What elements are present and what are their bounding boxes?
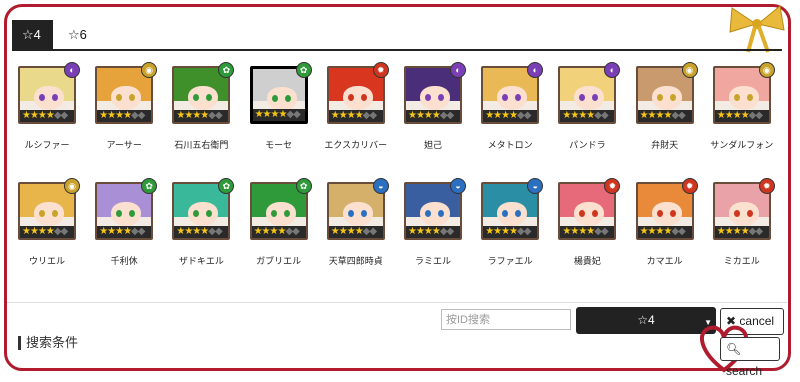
rarity-stars: ★★★★◆◆ [406, 226, 460, 238]
character-name: 弁財天 [651, 140, 679, 150]
portrait-eye [656, 210, 663, 217]
portrait-eye [283, 210, 290, 217]
dark-element-icon: ◐ [450, 62, 466, 78]
rarity-stars: ★★★★◆◆ [714, 110, 769, 122]
portrait-eye [438, 210, 444, 217]
character-name: カマエル [646, 256, 683, 266]
rarity-stars: ★★★★◆◆ [20, 110, 74, 122]
portrait-eye [669, 210, 676, 217]
search-button[interactable]: 🔍︎ search [720, 337, 780, 378]
portrait-eye [347, 94, 354, 101]
character-name: エクスカリバー [324, 140, 388, 150]
tab-star4[interactable]: ☆4 [12, 20, 53, 49]
character-name: サンダルフォン [710, 140, 774, 150]
fire-element-icon: ✹ [758, 178, 775, 194]
rarity-stars: ★★★★◆◆ [174, 226, 229, 238]
portrait-eye [271, 95, 278, 102]
character-name: 千利休 [110, 256, 138, 266]
rarity-stars: ★★★★◆◆ [637, 110, 692, 122]
character-name: アーサー [106, 140, 142, 150]
character-name: 石川五右衛門 [174, 140, 229, 150]
rarity-stars: ★★★★◆◆ [560, 110, 615, 122]
rarity-stars: ★★★★◆◆ [483, 110, 538, 122]
rarity-stars: ★★★★◆◆ [483, 226, 538, 238]
water-element-icon: ◒ [450, 178, 466, 194]
light-element-icon: ◉ [758, 62, 775, 78]
search-icon: 🔍︎ [726, 342, 742, 356]
character-name: モーセ [265, 140, 293, 150]
character-name: ザドキエル [178, 256, 224, 266]
character-name: ラファエル [487, 256, 533, 266]
fire-element-icon: ✹ [372, 62, 389, 78]
portrait-eye [733, 94, 740, 101]
character-name: ルシファー [24, 140, 70, 150]
portrait-eye [669, 94, 676, 101]
character-name: 楊貴妃 [573, 256, 601, 266]
character-name: ガブリエル [256, 256, 302, 266]
portrait-eye [360, 210, 367, 217]
portrait-eye [746, 210, 753, 217]
tab-star6[interactable]: ☆6 [58, 20, 97, 49]
character-name: ウリエル [28, 256, 65, 266]
portrait-eye [52, 210, 58, 217]
rarity-stars: ★★★★◆◆ [637, 226, 692, 238]
portrait-eye [39, 210, 45, 217]
rarity-stars: ★★★★◆◆ [560, 226, 615, 238]
portrait-eye [39, 94, 45, 101]
character-name: ミカエル [723, 256, 760, 266]
search-label: search [726, 364, 763, 378]
portrait-eye [52, 94, 58, 101]
rarity-stars: ★★★★◆◆ [252, 109, 305, 121]
character-name: 妲己 [423, 140, 442, 150]
rarity-stars: ★★★★◆◆ [328, 226, 383, 238]
rarity-stars: ★★★★◆◆ [20, 226, 74, 238]
portrait-eye [746, 94, 753, 101]
portrait-eye [270, 210, 277, 217]
portrait-eye [733, 210, 740, 217]
wood-element-icon: ✿ [295, 62, 312, 78]
portrait-eye [284, 95, 291, 102]
rarity-stars: ★★★★◆◆ [97, 110, 152, 122]
search-section-title: 搜索条件 [18, 336, 78, 350]
portrait-eye [425, 210, 431, 217]
fire-element-icon: ✹ [681, 178, 698, 194]
id-search-input[interactable] [441, 309, 571, 330]
rarity-stars: ★★★★◆◆ [97, 226, 152, 238]
rarity-stars: ★★★★◆◆ [328, 110, 383, 122]
rarity-tabs: ☆4 ☆6 [12, 20, 782, 51]
rarity-stars: ★★★★◆◆ [174, 110, 229, 122]
rarity-select-value: ☆4 [637, 313, 655, 327]
portrait-eye [347, 210, 354, 217]
divider [7, 302, 787, 303]
water-element-icon: ◒ [372, 178, 389, 194]
wood-element-icon: ✿ [295, 178, 312, 194]
rarity-stars: ★★★★◆◆ [251, 226, 306, 238]
character-name: メタトロン [487, 140, 533, 150]
character-name: ラミエル [414, 256, 451, 266]
portrait-eye [425, 94, 431, 101]
portrait-eye [656, 94, 663, 101]
character-name: パンドラ [569, 140, 606, 150]
rarity-stars: ★★★★◆◆ [714, 226, 769, 238]
portrait-eye [360, 94, 367, 101]
rarity-stars: ★★★★◆◆ [406, 110, 460, 122]
character-name: 天草四郎時貞 [328, 256, 383, 266]
portrait-eye [438, 94, 444, 101]
dark-element-icon: ◐ [64, 62, 80, 78]
light-element-icon: ◉ [64, 178, 80, 194]
light-element-icon: ◉ [681, 62, 698, 78]
